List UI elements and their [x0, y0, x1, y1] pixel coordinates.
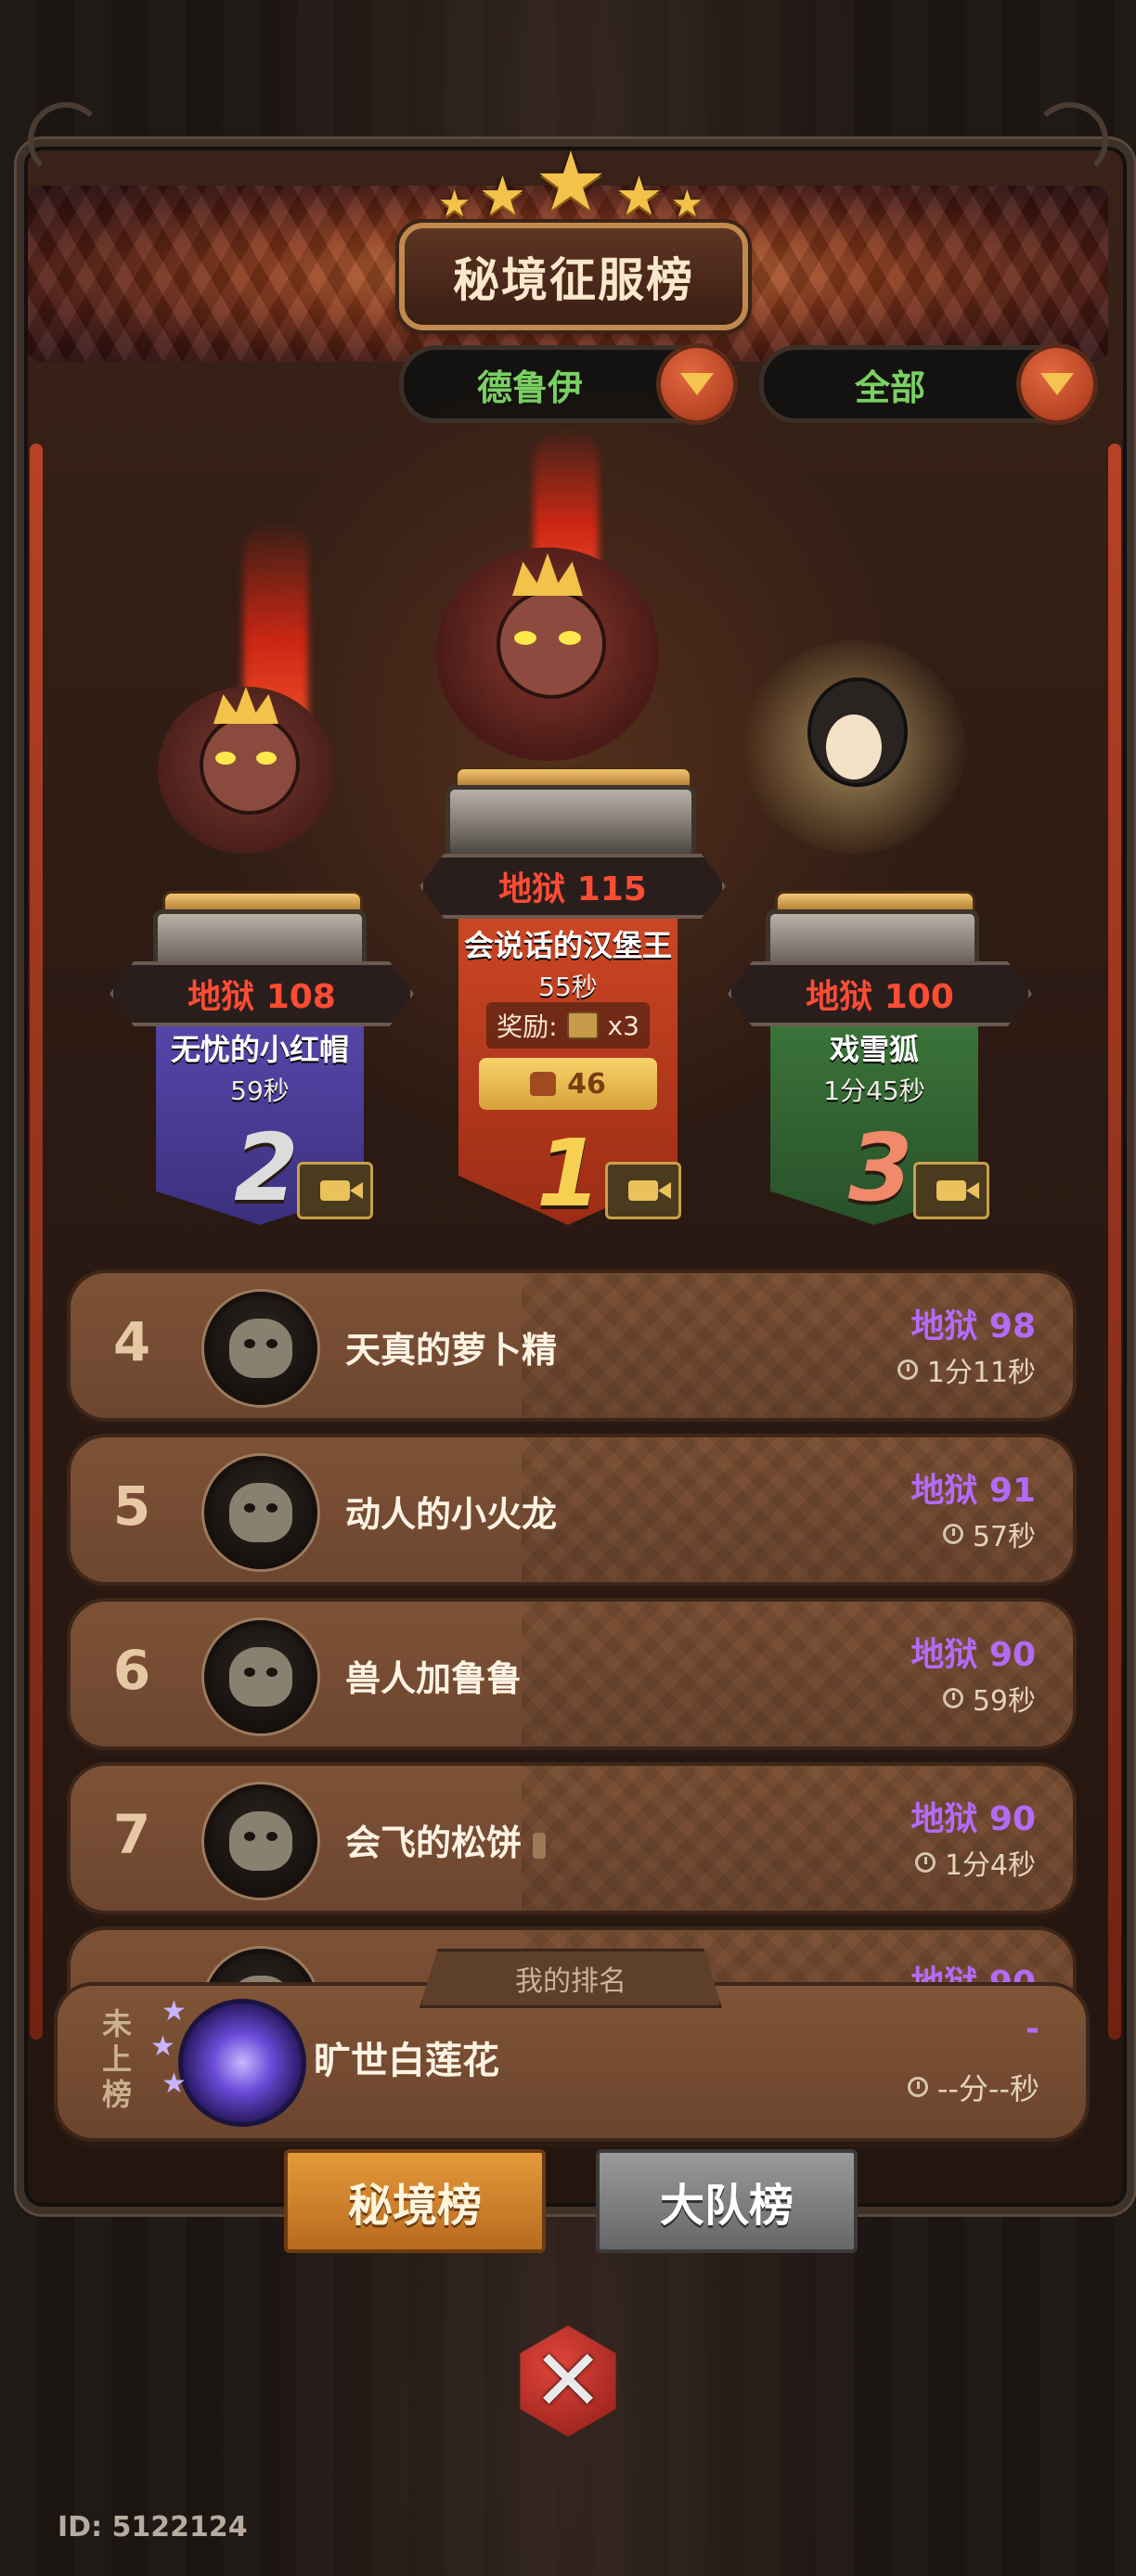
tab-team[interactable]: 大队榜 — [596, 2149, 858, 2253]
avatar — [204, 1292, 317, 1405]
frame-rail-right — [1108, 444, 1121, 2040]
rank-number: 1 — [536, 1119, 601, 1228]
rank-number: 6 — [112, 1639, 151, 1702]
player-name: 会说话的汉堡王 — [463, 928, 672, 963]
chest-icon — [566, 1011, 599, 1039]
ranking-row[interactable]: 4 天真的萝卜精 地狱 98 1分11秒 — [67, 1269, 1077, 1422]
player-name: 旷世白莲花 — [314, 2040, 499, 2082]
avatar — [178, 1999, 306, 2127]
avatar — [204, 1620, 317, 1733]
goblin-icon — [229, 1647, 292, 1707]
clock-icon — [897, 1359, 918, 1380]
replay-video-button[interactable] — [605, 1162, 681, 1219]
like-count: 46 — [567, 1067, 606, 1101]
pedestal — [445, 785, 696, 859]
corner-ornament-left — [28, 102, 104, 178]
player-name: 天真的萝卜精 — [345, 1330, 558, 1371]
clock-icon — [907, 2077, 928, 2097]
second-place-character — [158, 687, 334, 854]
level-tag: 地狱 100 — [728, 961, 1032, 1026]
star-icon: ★ — [478, 164, 527, 227]
player-name: 兽人加鲁鲁 — [345, 1658, 523, 1699]
reward-label: 奖励: — [497, 1011, 558, 1042]
like-button[interactable]: 46 — [479, 1058, 657, 1110]
first-place-character — [436, 547, 659, 761]
close-icon: ✕ — [520, 2325, 616, 2437]
thumbs-up-icon — [530, 1072, 557, 1096]
clear-time: 59秒 — [942, 1678, 1036, 1719]
player-name-text: 会飞的松饼 — [345, 1823, 523, 1863]
level-label: 地狱 91 — [910, 1472, 1036, 1510]
camera-icon — [628, 1180, 671, 1201]
time-value: 1分11秒 — [926, 1357, 1036, 1389]
avatar — [204, 1456, 317, 1569]
clear-time: 1分4秒 — [914, 1842, 1036, 1883]
reward-box: 奖励: x3 — [486, 1002, 650, 1049]
page-title: 秘境征服榜 — [399, 223, 748, 330]
time-value: --分--秒 — [936, 2071, 1039, 2106]
rank-number: 3 — [848, 1114, 913, 1222]
goblin-icon — [229, 1811, 292, 1871]
time-value: 1分4秒 — [944, 1849, 1036, 1882]
third-place-character — [742, 640, 965, 854]
chevron-down-icon[interactable] — [1016, 343, 1098, 425]
goblin-icon — [229, 1483, 292, 1542]
avatar — [204, 1784, 317, 1898]
clear-time: 55秒 — [538, 972, 598, 1002]
rating-stars: ★ ★ ★ ★ ★ — [422, 134, 719, 229]
goblin-icon — [229, 1319, 292, 1378]
clear-time: 1分11秒 — [897, 1349, 1036, 1390]
replay-video-button[interactable] — [297, 1162, 373, 1219]
clear-time: 59秒 — [230, 1075, 290, 1106]
star-icon: ★ — [161, 1995, 187, 2028]
my-ranking-tab: 我的排名 — [420, 1949, 722, 2008]
ranking-row[interactable]: 7 会飞的松饼 地狱 90 1分4秒 — [67, 1762, 1077, 1914]
clock-icon — [942, 1524, 963, 1544]
level-label: 地狱 98 — [910, 1307, 1036, 1346]
star-icon: ★ — [437, 183, 471, 225]
rank-number: 7 — [112, 1803, 151, 1866]
frame-rail-left — [30, 444, 43, 2040]
unranked-label: 未上榜 — [101, 2006, 132, 2112]
user-id: ID: 5122124 — [58, 2511, 248, 2544]
level-label: 地狱 90 — [910, 1800, 1036, 1838]
replay-video-button[interactable] — [913, 1162, 989, 1219]
camera-icon — [936, 1180, 979, 1201]
corner-ornament-right — [1032, 102, 1108, 178]
clock-icon — [942, 1688, 963, 1708]
camera-icon — [320, 1180, 363, 1201]
close-button[interactable]: ✕ — [503, 2316, 633, 2446]
ranking-row[interactable]: 5 动人的小火龙 地狱 91 57秒 — [67, 1434, 1077, 1586]
level-label: - — [1026, 2010, 1039, 2048]
clear-time: 57秒 — [942, 1513, 1036, 1554]
star-icon: ★ — [534, 134, 608, 229]
star-icon: ★ — [614, 164, 664, 227]
tab-secret-realm[interactable]: 秘境榜 — [284, 2149, 546, 2253]
reward-count: x3 — [607, 1010, 639, 1041]
star-icon: ★ — [161, 2067, 187, 2100]
clock-icon — [914, 1852, 936, 1873]
rank-number: 5 — [112, 1475, 151, 1538]
time-value: 59秒 — [972, 1685, 1036, 1718]
ranking-row[interactable]: 6 兽人加鲁鲁 地狱 90 59秒 — [67, 1598, 1077, 1750]
star-icon: ★ — [150, 2030, 175, 2063]
level-tag: 地狱 115 — [420, 854, 726, 919]
player-name: 会飞的松饼 — [345, 1814, 547, 1865]
player-name: 动人的小火龙 — [345, 1494, 558, 1535]
time-value: 57秒 — [972, 1521, 1036, 1553]
coffin-icon — [533, 1832, 547, 1859]
star-icon: ★ — [670, 183, 704, 225]
level-tag: 地狱 108 — [110, 961, 414, 1026]
level-label: 地狱 90 — [910, 1636, 1036, 1674]
rank-number: 2 — [234, 1114, 299, 1222]
clear-time: --分--秒 — [907, 2066, 1039, 2108]
player-name: 无忧的小红帽 — [170, 1032, 349, 1067]
rank-number: 4 — [112, 1310, 151, 1373]
clear-time: 1分45秒 — [823, 1075, 925, 1106]
player-name: 戏雪狐 — [829, 1032, 919, 1067]
